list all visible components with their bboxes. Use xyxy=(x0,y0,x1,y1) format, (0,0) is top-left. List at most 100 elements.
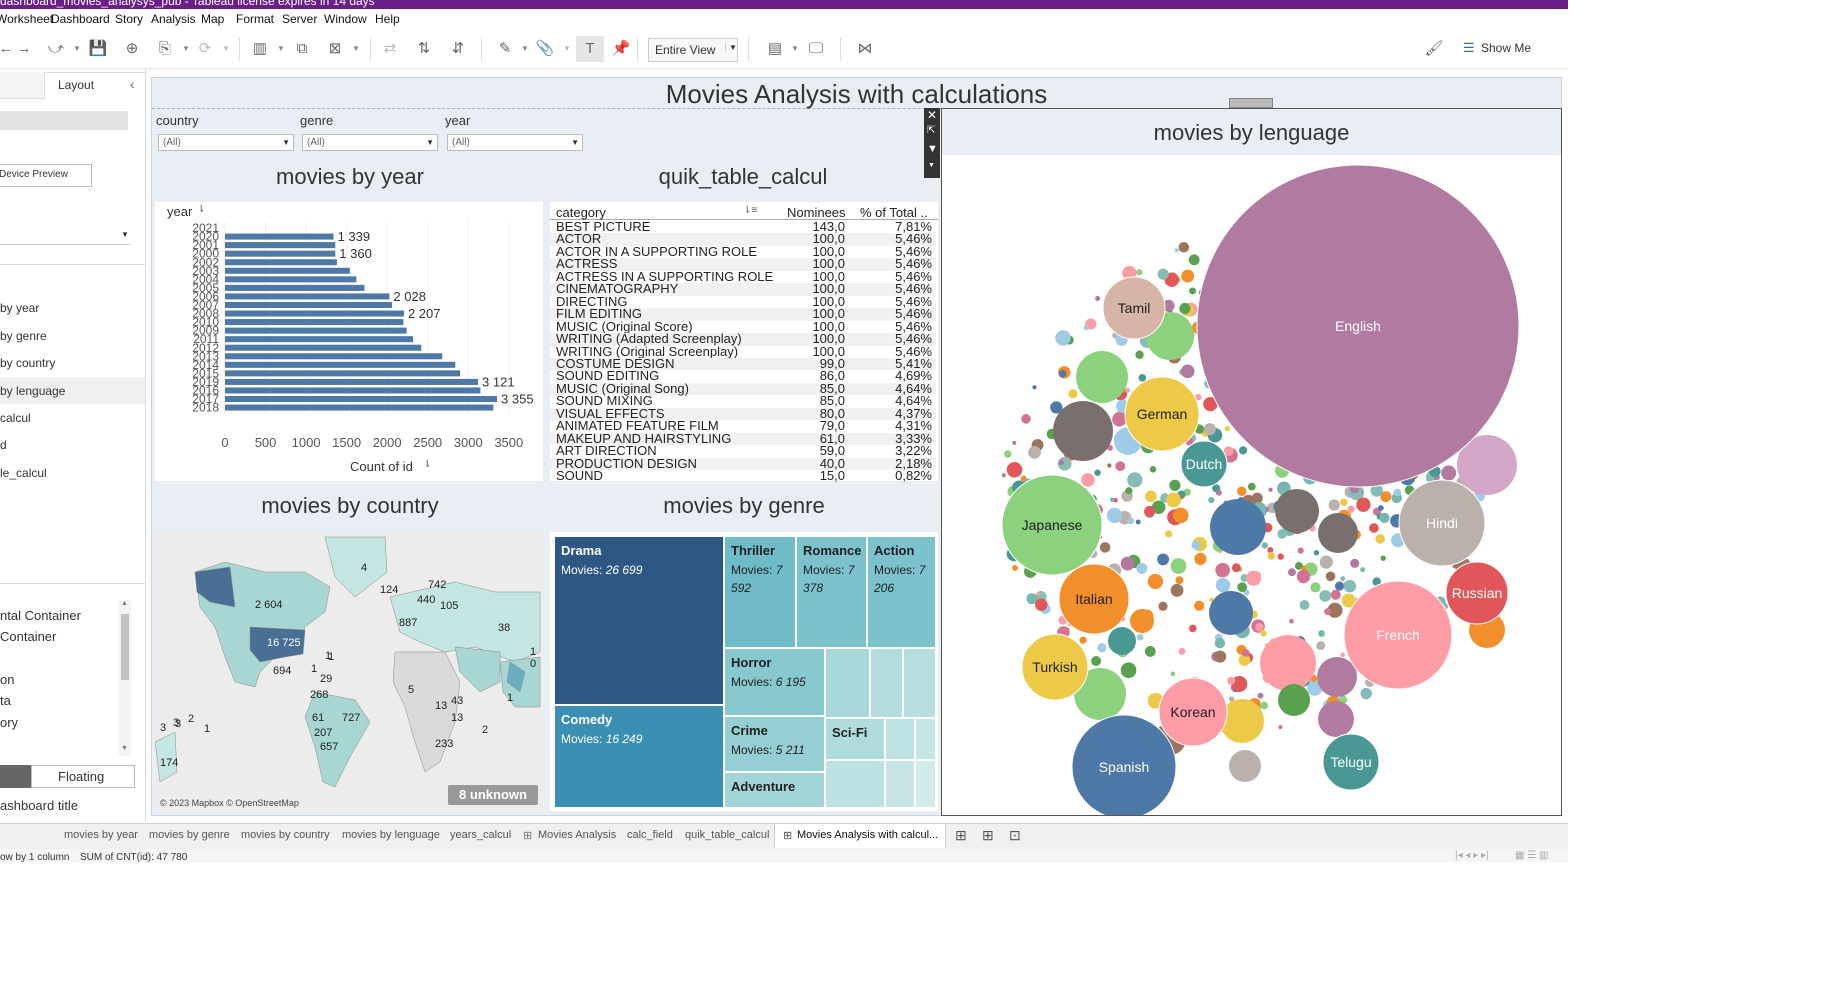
bubble[interactable] xyxy=(1375,534,1385,544)
bubble[interactable] xyxy=(1107,463,1112,468)
bubble[interactable] xyxy=(1032,385,1037,390)
bubble[interactable] xyxy=(1299,599,1310,610)
object-item[interactable]: ntal Container xyxy=(0,608,81,623)
swap-icon[interactable]: ⇄ xyxy=(380,39,400,59)
group-icon[interactable]: 📎 xyxy=(535,39,555,59)
bar[interactable] xyxy=(225,378,479,385)
forward-icon[interactable]: → xyxy=(14,39,34,59)
bubble[interactable] xyxy=(1058,369,1067,378)
bubble[interactable] xyxy=(1255,622,1264,632)
bubble[interactable] xyxy=(1246,570,1262,586)
bubble[interactable] xyxy=(1012,440,1017,445)
filter-genre-select[interactable]: (All) ▼ xyxy=(302,134,438,151)
bubble[interactable] xyxy=(1316,641,1326,651)
object-item[interactable]: ta xyxy=(0,693,11,708)
bubble[interactable] xyxy=(1191,540,1201,550)
bubble[interactable] xyxy=(1109,497,1115,503)
bubble[interactable] xyxy=(1297,547,1304,554)
object-item[interactable]: ory xyxy=(0,715,18,730)
bubble[interactable] xyxy=(1180,364,1195,379)
bubble[interactable] xyxy=(1172,507,1189,524)
treemap-tile[interactable] xyxy=(870,648,903,718)
chevron-down-icon[interactable]: ▼ xyxy=(73,39,81,59)
sheet-item[interactable]: calcul xyxy=(0,411,31,425)
bubble[interactable] xyxy=(1237,582,1248,593)
filter-country-select[interactable]: (All) ▼ xyxy=(158,134,294,151)
bubble[interactable] xyxy=(1095,295,1101,302)
bubble[interactable] xyxy=(1144,505,1156,517)
bubble[interactable] xyxy=(1108,627,1136,655)
bubble[interactable] xyxy=(1149,466,1157,473)
treemap-tile[interactable] xyxy=(885,760,915,808)
menu-help[interactable]: Help xyxy=(375,12,400,26)
treemap-tile-horror[interactable]: Horror Movies: 6 195 xyxy=(724,648,825,716)
tab-dashboard[interactable] xyxy=(0,72,44,99)
bar[interactable] xyxy=(225,276,357,283)
scrollbar-thumb[interactable] xyxy=(121,614,129,680)
redo-icon[interactable]: ⤻ xyxy=(46,39,66,59)
table-row[interactable]: PRODUCTION DESIGN 40,0 2,18% xyxy=(550,457,936,471)
sheet-item[interactable]: le_calcul xyxy=(0,466,47,480)
bubble[interactable] xyxy=(1170,671,1176,677)
bubble[interactable] xyxy=(1127,472,1143,488)
table-row[interactable]: SOUND 15,0 0,82% xyxy=(550,469,936,483)
bar[interactable] xyxy=(225,327,407,334)
navigation-icon[interactable]: |◂ ◂ ▸ ▸| xyxy=(1455,850,1489,861)
bubble[interactable] xyxy=(1081,473,1095,487)
menu-map[interactable]: Map xyxy=(201,12,224,26)
pause-updates-icon[interactable]: ⎘ xyxy=(155,39,175,59)
bubble[interactable] xyxy=(1036,591,1041,597)
sheet-tab[interactable]: calc_field xyxy=(627,829,673,841)
bubble[interactable] xyxy=(1136,562,1148,574)
size-dropdown[interactable] xyxy=(0,111,128,130)
presentation-icon[interactable]: 🖵 xyxy=(806,39,826,59)
menu-story[interactable]: Story xyxy=(115,12,143,26)
menu-server[interactable]: Server xyxy=(282,12,317,26)
bubble[interactable] xyxy=(1296,569,1311,584)
menu-format[interactable]: Format xyxy=(236,12,274,26)
duplicate-icon[interactable]: ⧉ xyxy=(292,39,312,59)
menu-dashboard[interactable]: Dashboard xyxy=(51,12,110,26)
bubble[interactable] xyxy=(1203,423,1216,436)
bar[interactable] xyxy=(225,396,498,403)
bubble[interactable] xyxy=(1112,412,1127,427)
bar[interactable] xyxy=(225,259,337,266)
treemap-tile[interactable] xyxy=(915,760,936,808)
new-dashboard-icon[interactable]: ⊞ xyxy=(982,827,994,844)
menu-worksheet[interactable]: Worksheet xyxy=(0,12,53,26)
clear-sheet-icon[interactable]: ⊠ xyxy=(325,39,345,59)
bubble[interactable] xyxy=(1097,643,1107,653)
bubble[interactable] xyxy=(1360,567,1366,573)
treemap-tile-comedy[interactable]: Comedy Movies: 16 249 xyxy=(554,705,724,808)
sheet-item[interactable]: by year xyxy=(0,301,39,315)
treemap-tile-romance[interactable]: Romance Movies: 7 378 xyxy=(796,536,867,648)
sheet-tab[interactable]: Movies Analysis xyxy=(538,829,616,841)
bubble[interactable] xyxy=(1194,552,1207,566)
sort-icon[interactable]: ⇂ xyxy=(423,459,431,470)
bubble[interactable] xyxy=(1055,330,1071,346)
bubble[interactable] xyxy=(1278,725,1283,730)
bubble[interactable] xyxy=(1214,637,1226,649)
bubble[interactable] xyxy=(1145,490,1157,503)
bubble[interactable] xyxy=(1068,389,1078,399)
bubble[interactable] xyxy=(1076,351,1128,403)
bubble[interactable] xyxy=(1251,492,1263,504)
bubble[interactable] xyxy=(1268,487,1273,492)
bubble[interactable] xyxy=(1318,513,1358,553)
bubble[interactable] xyxy=(1340,498,1348,507)
new-data-source-icon[interactable]: ⊕ xyxy=(122,39,142,59)
show-me-button[interactable]: ☰ Show Me xyxy=(1460,39,1540,59)
bubble[interactable] xyxy=(1136,633,1144,641)
bubble[interactable] xyxy=(1319,555,1333,569)
bubble[interactable] xyxy=(1261,542,1268,549)
treemap-tile[interactable] xyxy=(903,648,936,718)
bubble[interactable] xyxy=(1310,582,1321,593)
collapse-icon[interactable]: ‹ xyxy=(130,76,135,92)
bubble[interactable] xyxy=(1004,450,1012,458)
filter-year-select[interactable]: (All) ▼ xyxy=(447,134,583,151)
view-mode-icon[interactable]: ▦ ☰ ▥ xyxy=(1515,850,1548,861)
bubble[interactable] xyxy=(1035,598,1048,611)
sheet-tab[interactable]: years_calcul xyxy=(450,829,511,841)
menu-window[interactable]: Window xyxy=(324,12,367,26)
sheet-item[interactable]: by genre xyxy=(0,329,47,343)
